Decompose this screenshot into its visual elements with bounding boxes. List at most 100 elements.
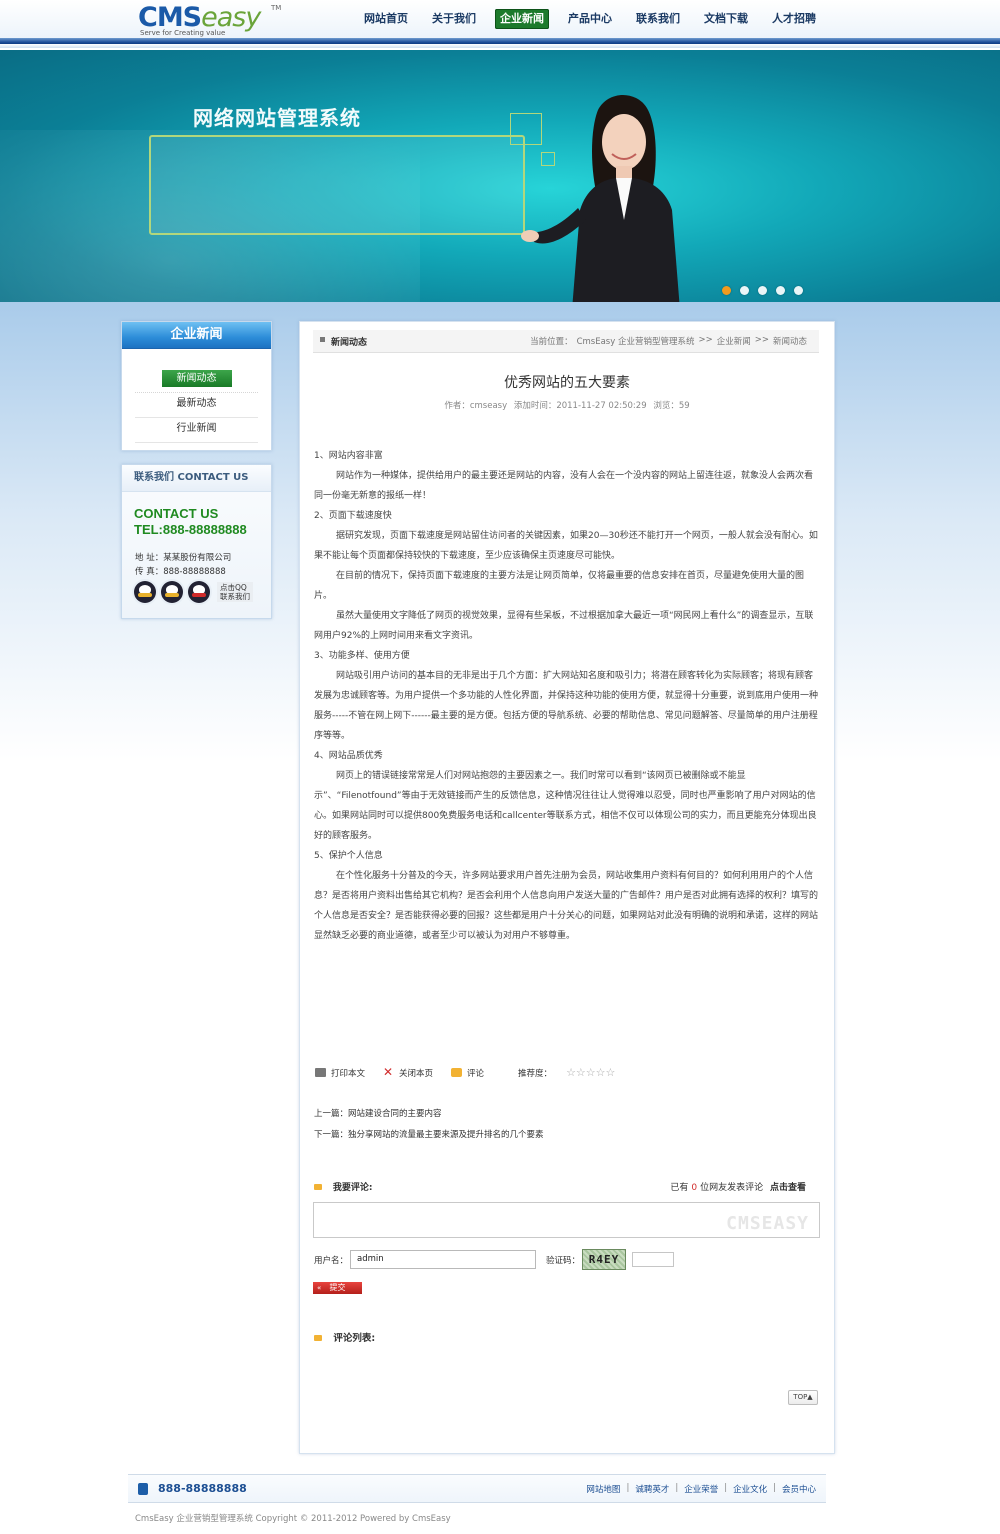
rating-label: 推荐度： bbox=[518, 1068, 553, 1079]
main-nav: 网站首页 关于我们 企业新闻 产品中心 联系我们 文档下载 人才招聘 bbox=[352, 9, 828, 29]
sidebar-item[interactable]: 行业新闻 bbox=[135, 418, 258, 443]
site-logo[interactable]: CMSeasy TM Serve for Creating value bbox=[138, 2, 288, 38]
comment-list-header: 评论列表: bbox=[314, 1330, 375, 1344]
qq-icon[interactable] bbox=[134, 581, 156, 603]
slide-dot[interactable] bbox=[794, 286, 803, 295]
article-title: 优秀网站的五大要素 bbox=[504, 375, 630, 391]
next-article-link[interactable]: 下一篇：独分享网站的流量最主要来源及提升排名的几个要素 bbox=[314, 1128, 544, 1140]
slide-dot[interactable] bbox=[722, 286, 731, 295]
footer-link[interactable]: 诚聘英才 bbox=[635, 1483, 669, 1495]
contact-box-title: 联系我们 CONTACT US bbox=[122, 465, 271, 492]
qq-contact-link[interactable]: 点击QQ 联系我们 bbox=[217, 582, 253, 602]
footer-links: 网站地图 | 诚聘英才 | 企业荣誉 | 企业文化 | 会员中心 bbox=[586, 1483, 816, 1495]
slide-dot[interactable] bbox=[740, 286, 749, 295]
view-comments-link[interactable]: 点击查看 bbox=[770, 1183, 806, 1193]
close-icon: ✕ bbox=[383, 1065, 394, 1079]
captcha-label: 验证码： bbox=[546, 1255, 581, 1266]
article-meta: 作者：cmseasy 添加时间：2011-11-27 02:50:29 浏览：5… bbox=[300, 399, 834, 411]
captcha-input[interactable] bbox=[632, 1252, 675, 1267]
article-panel: 新闻动态 当前位置： CmsEasy 企业营销型管理系统 >> 企业新闻 >> 新闻动态 … bbox=[299, 321, 835, 1454]
qq-icon[interactable] bbox=[161, 581, 183, 603]
comment-textarea[interactable]: CMSEASY bbox=[313, 1202, 820, 1238]
header-divider bbox=[0, 38, 1000, 48]
breadcrumb-item[interactable]: 新闻动态 bbox=[773, 335, 807, 347]
nav-item[interactable]: 产品中心 bbox=[556, 9, 624, 29]
rating-stars[interactable]: ☆☆☆☆☆ bbox=[566, 1066, 615, 1079]
comment-list-bullet-icon bbox=[314, 1335, 322, 1341]
article-paragraph: 网页上的错误链接常常是人们对网站抱怨的主要因素之一。我们时常可以看到“该网页已被… bbox=[314, 771, 817, 841]
category-box: 企业新闻 新闻动态 最新动态 行业新闻 bbox=[121, 321, 272, 451]
article-subheading: 5、保护个人信息 bbox=[314, 851, 383, 861]
footer-link-separator: | bbox=[626, 1483, 630, 1493]
footer-phone: 888-88888888 bbox=[138, 1482, 247, 1495]
footer-link[interactable]: 企业荣誉 bbox=[684, 1483, 718, 1495]
comment-label: 我要评论: bbox=[332, 1183, 373, 1193]
article-views: 浏览：59 bbox=[653, 401, 690, 411]
cmseasy-watermark: CMSEASY bbox=[726, 1213, 809, 1234]
breadcrumb-item[interactable]: 企业新闻 bbox=[717, 335, 751, 347]
prev-article-link[interactable]: 上一篇：网站建设合同的主要内容 bbox=[314, 1107, 442, 1119]
article-paragraph: 虽然大量使用文字降低了网页的视觉效果，显得有些呆板，不过根据加拿大最近一项“网民… bbox=[314, 611, 814, 641]
double-chevron-icon: « bbox=[317, 1284, 322, 1292]
sidebar-item-label: 最新动态 bbox=[176, 398, 217, 409]
contact-address: 地 址：某某股份有限公司 bbox=[135, 553, 232, 563]
section-bullet-icon bbox=[320, 337, 325, 342]
print-button[interactable]: 打印本文 bbox=[315, 1067, 365, 1079]
article-paragraph: 网站作为一种媒体，提供给用户的最主要还是网站的内容，没有人会在一个没内容的网站上… bbox=[314, 471, 814, 501]
slide-dot[interactable] bbox=[758, 286, 767, 295]
contact-box: 联系我们 CONTACT US CONTACT US TEL:888-88888… bbox=[121, 464, 272, 619]
captcha-image[interactable]: R4EY bbox=[582, 1249, 627, 1270]
breadcrumb-item[interactable]: CmsEasy 企业营销型管理系统 bbox=[577, 335, 695, 347]
article-paragraph: 据研究发现，页面下载速度是网站留住访问者的关键因素，如果20—30秒还不能打开一… bbox=[314, 531, 818, 561]
banner-frame bbox=[149, 135, 525, 235]
article-time: 添加时间：2011-11-27 02:50:29 bbox=[513, 401, 647, 411]
breadcrumb-item: >> bbox=[698, 335, 713, 345]
comment-bullet-icon bbox=[314, 1184, 322, 1190]
contact-tel: TEL:888-88888888 bbox=[134, 522, 247, 537]
printer-icon bbox=[315, 1068, 326, 1077]
footer-link[interactable]: 企业文化 bbox=[733, 1483, 767, 1495]
breadcrumb: 当前位置： CmsEasy 企业营销型管理系统 >> 企业新闻 >> 新闻动态 bbox=[526, 335, 807, 347]
contact-fax: 传 真：888-88888888 bbox=[135, 567, 226, 577]
nav-item[interactable]: 网站首页 bbox=[352, 9, 420, 29]
breadcrumb-item: 当前位置： bbox=[530, 337, 573, 347]
article-subheading: 3、功能多样、使用方便 bbox=[314, 651, 410, 661]
phone-icon bbox=[138, 1482, 148, 1495]
sidebar-item-label: 新闻动态 bbox=[161, 370, 232, 387]
footer-link[interactable]: 会员中心 bbox=[782, 1483, 816, 1495]
nav-item[interactable]: 文档下载 bbox=[692, 9, 760, 29]
back-to-top-button[interactable]: TOP▲ bbox=[788, 1390, 818, 1405]
comment-form-row: 用户名： admin 验证码： R4EY bbox=[314, 1249, 675, 1270]
sidebar-item[interactable]: 新闻动态 bbox=[135, 368, 258, 393]
nav-item[interactable]: 人才招聘 bbox=[760, 9, 828, 29]
comment-count: 已有 0 位网友发表评论 点击查看 bbox=[670, 1183, 806, 1193]
slide-indicators bbox=[722, 286, 812, 295]
section-title: 新闻动态 bbox=[331, 338, 368, 348]
article-paragraph: 在个性化服务十分普及的今天，许多网站要求用户首先注册为会员，网站收集用户资料有何… bbox=[314, 871, 819, 941]
copyright: CmsEasy 企业营销型管理系统 Copyright © 2011-2012 … bbox=[135, 1514, 451, 1524]
sidebar-item-label: 行业新闻 bbox=[176, 423, 217, 434]
sidebar-item[interactable]: 最新动态 bbox=[135, 393, 258, 418]
comment-button[interactable]: 评论 bbox=[451, 1067, 484, 1079]
slide-dot[interactable] bbox=[776, 286, 785, 295]
qq-contact-row: 点击QQ 联系我们 bbox=[134, 581, 253, 603]
username-input[interactable]: admin bbox=[350, 1250, 537, 1269]
qq-icon[interactable] bbox=[188, 581, 210, 603]
article-paragraph: 网站吸引用户访问的基本目的无非是出于几个方面：扩大网站知名度和吸引力；将潜在顾客… bbox=[314, 671, 819, 741]
submit-comment-button[interactable]: « 提交 bbox=[313, 1282, 362, 1294]
nav-item[interactable]: 关于我们 bbox=[420, 9, 488, 29]
article-subheading: 1、网站内容非富 bbox=[314, 451, 383, 461]
comment-header: 我要评论: 已有 0 位网友发表评论 点击查看 bbox=[314, 1180, 820, 1193]
article-body: 1、网站内容非富网站作为一种媒体，提供给用户的最主要还是网站的内容，没有人会在一… bbox=[314, 446, 820, 946]
close-page-button[interactable]: ✕ 关闭本页 bbox=[383, 1065, 433, 1079]
footer-link-separator: | bbox=[724, 1483, 728, 1493]
panel-header: 新闻动态 当前位置： CmsEasy 企业营销型管理系统 >> 企业新闻 >> 新闻动态 bbox=[313, 330, 819, 353]
nav-item[interactable]: 联系我们 bbox=[624, 9, 692, 29]
banner-title: 网络网站管理系统 bbox=[193, 106, 361, 130]
nav-item[interactable]: 企业新闻 bbox=[495, 9, 549, 29]
footer-link[interactable]: 网站地图 bbox=[586, 1483, 620, 1495]
footer-link-separator: | bbox=[773, 1483, 776, 1493]
logo-trademark: TM bbox=[271, 4, 282, 12]
username-label: 用户名： bbox=[314, 1255, 349, 1266]
comment-icon bbox=[451, 1068, 463, 1077]
